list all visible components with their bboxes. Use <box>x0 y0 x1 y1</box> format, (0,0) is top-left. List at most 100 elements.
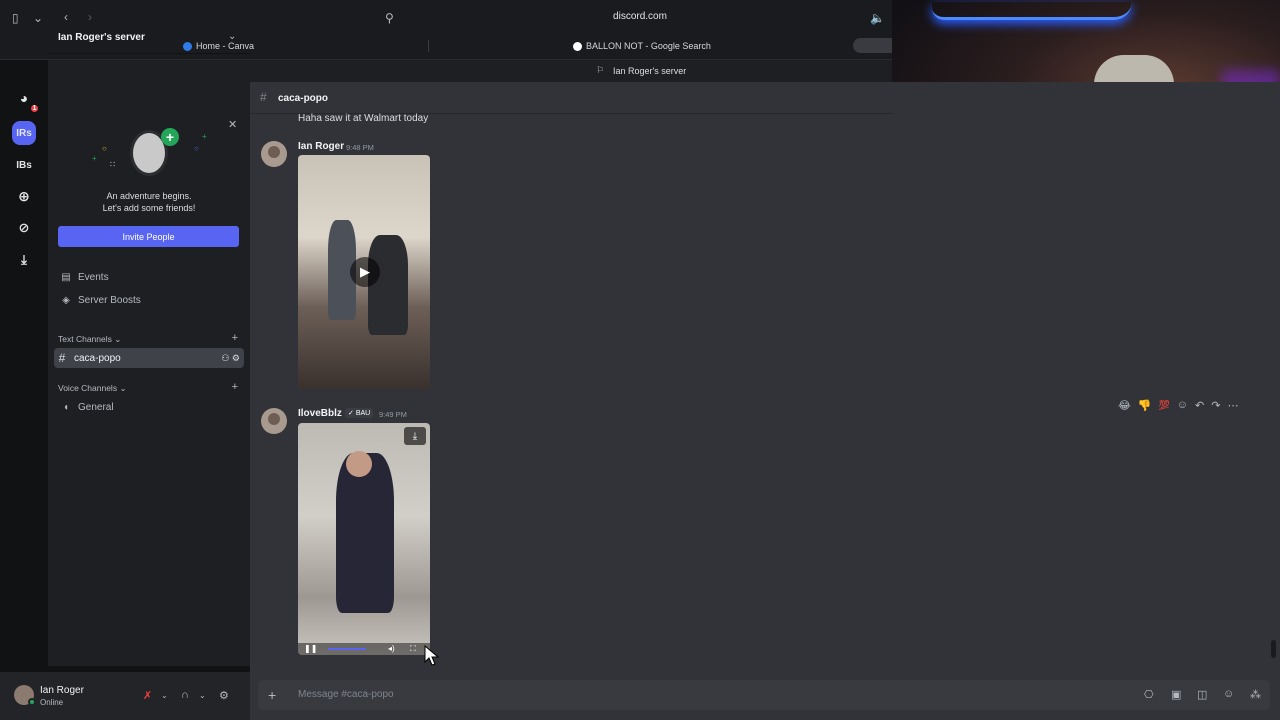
server-label: IRs <box>16 127 32 139</box>
server-ibs[interactable]: IBs <box>12 153 36 177</box>
forward-icon[interactable]: ↷ <box>1211 399 1220 412</box>
hundred-emoji-icon[interactable]: 💯 <box>1159 400 1170 411</box>
message-timestamp: 9:49 PM <box>379 410 407 419</box>
discover-button[interactable]: ⊘ <box>12 216 36 240</box>
message-author[interactable]: Ian Roger <box>298 141 344 152</box>
sidebar-item-label: Events <box>78 271 109 283</box>
tab-divider <box>428 40 429 52</box>
invite-icon[interactable]: ⚇ <box>221 353 229 363</box>
user-panel: Ian Roger Online ✗ ⌄ ∩ ⌄ ⚙ <box>0 672 250 720</box>
sparkle-icon: ∷ <box>110 160 116 169</box>
create-channel-icon[interactable]: + <box>232 332 238 344</box>
hashtag-icon: # <box>58 351 66 365</box>
category-label: Text Channels <box>58 334 112 344</box>
close-icon[interactable]: ✕ <box>228 118 237 131</box>
pause-icon[interactable]: ❚❚ <box>304 644 317 653</box>
message-timestamp: 9:48 PM <box>346 143 374 152</box>
message-actions-bar: 😂 👎 💯 ☺ ↶ ↷ ⋯ <box>1118 395 1266 415</box>
tab-google-search[interactable]: BALLON NOT - Google Search <box>573 38 711 54</box>
volume-icon[interactable]: ◂) <box>388 644 395 653</box>
google-favicon-icon <box>573 41 582 51</box>
category-label: Voice Channels <box>58 383 118 393</box>
username: Ian Roger <box>40 685 84 696</box>
hashtag-icon: # <box>260 90 267 104</box>
channel-actions: ⚇ ⚙ <box>221 353 240 364</box>
add-server-button[interactable]: ⊕ <box>12 184 36 208</box>
site-settings-icon[interactable]: ⚲ <box>385 11 394 25</box>
download-apps-button[interactable]: ⤓ <box>12 248 36 272</box>
calendar-icon: ▤ <box>61 271 71 283</box>
role-tag: ✓ BAU <box>345 408 374 418</box>
gif-icon[interactable]: ▣ <box>1171 688 1181 701</box>
invite-card: ✕ ○ + ∷ + ○ + An adventure begins. Let's… <box>58 118 240 248</box>
invite-people-button[interactable]: Invite People <box>58 226 239 247</box>
speaker-icon[interactable]: 🔈 <box>870 11 885 25</box>
create-channel-icon[interactable]: + <box>232 381 238 393</box>
emoji-icon[interactable]: ☺ <box>1223 688 1234 700</box>
sidebar-item-events[interactable]: ▤ Events <box>58 267 244 287</box>
headphones-icon[interactable]: ∩ <box>181 689 189 701</box>
user-status: Online <box>40 698 64 707</box>
sparkle-icon: ○ <box>194 144 199 153</box>
download-icon: ⤓ <box>21 252 27 267</box>
avatar[interactable] <box>261 408 287 434</box>
role-tag-label: BAU <box>355 410 371 417</box>
category-voice-channels[interactable]: Voice Channels ⌄ + <box>58 381 240 394</box>
sidebar-item-server-boosts[interactable]: ◈ Server Boosts <box>58 290 244 310</box>
video-progress[interactable] <box>328 648 366 650</box>
chevron-down-icon[interactable]: ⌄ <box>199 691 206 700</box>
chevron-down-icon: ⌄ <box>119 383 127 393</box>
message-input[interactable]: Message #caca-popo <box>298 689 394 700</box>
settings-icon[interactable]: ⚙ <box>219 689 229 702</box>
more-options-icon[interactable]: ⋯ <box>1227 399 1238 412</box>
add-attachment-icon[interactable]: + <box>268 687 276 703</box>
video-figure-head <box>346 451 372 477</box>
reply-icon[interactable]: ↶ <box>1195 399 1204 412</box>
sticker-icon[interactable]: ◫ <box>1197 688 1207 701</box>
server-header[interactable]: Ian Roger's server ⌄ <box>48 22 250 54</box>
video-figure <box>368 235 408 335</box>
address-bar[interactable]: discord.com <box>560 11 720 22</box>
tab-active-pill[interactable] <box>853 38 893 53</box>
joy-emoji-icon[interactable]: 😂 <box>1118 399 1131 412</box>
message-text: Haha saw it at Walmart today <box>298 113 429 124</box>
invite-line-1: An adventure begins. <box>106 191 192 201</box>
invite-line-2: Let's add some friends! <box>102 203 196 213</box>
video-controls[interactable]: ❚❚ ◂) ⛶ <box>298 643 430 655</box>
sidebar-toggle-icon[interactable]: ▯ <box>12 11 19 25</box>
server-label: IBs <box>16 159 32 171</box>
play-icon[interactable]: ▶ <box>350 257 380 287</box>
fullscreen-icon[interactable]: ⛶ <box>410 644 416 654</box>
add-friend-icon: + <box>161 128 179 146</box>
server-rail: ◕ 1 IRs IBs ⊕ ⊘ ⤓ <box>0 82 48 720</box>
download-icon[interactable]: ⤓ <box>404 427 426 445</box>
video-figure <box>336 453 394 613</box>
boost-icon: ◈ <box>62 294 70 306</box>
chevron-down-icon: ⌄ <box>228 31 237 42</box>
add-reaction-icon[interactable]: ☺ <box>1177 399 1188 411</box>
apps-icon[interactable]: ⁂ <box>1250 688 1261 701</box>
channel-general[interactable]: ◖ General <box>58 397 244 417</box>
server-irs[interactable]: IRs <box>12 121 36 145</box>
sidebar-item-label: Server Boosts <box>78 294 141 306</box>
gear-icon[interactable]: ⚙ <box>232 353 240 363</box>
gift-icon[interactable]: ⎔ <box>1144 688 1154 701</box>
message-composer: + Message #caca-popo ⎔ ▣ ◫ ☺ ⁂ <box>258 680 1270 710</box>
channel-caca-popo[interactable]: # caca-popo ⚇ ⚙ <box>54 348 244 368</box>
channel-label: General <box>78 401 114 413</box>
sparkle-icon: + <box>202 132 207 141</box>
chevron-down-icon[interactable]: ⌄ <box>161 691 168 700</box>
avatar[interactable] <box>261 141 287 167</box>
message-author[interactable]: IloveBblz <box>298 408 342 419</box>
discord-logo-icon: ◕ <box>19 90 29 106</box>
thumbs-down-icon[interactable]: 👎 <box>1138 399 1152 412</box>
scrollbar[interactable] <box>1271 640 1276 658</box>
discord-home-button[interactable]: ◕ 1 <box>12 86 40 114</box>
online-status-icon <box>28 698 36 706</box>
video-attachment[interactable]: ▶ <box>298 155 430 389</box>
chevron-down-icon[interactable]: ⌄ <box>33 11 43 25</box>
video-attachment[interactable]: ⤓ ❚❚ ◂) ⛶ <box>298 423 430 655</box>
category-text-channels[interactable]: Text Channels ⌄ + <box>58 332 240 345</box>
tab-label: BALLON NOT - Google Search <box>586 41 711 51</box>
mute-icon[interactable]: ✗ <box>143 689 152 702</box>
